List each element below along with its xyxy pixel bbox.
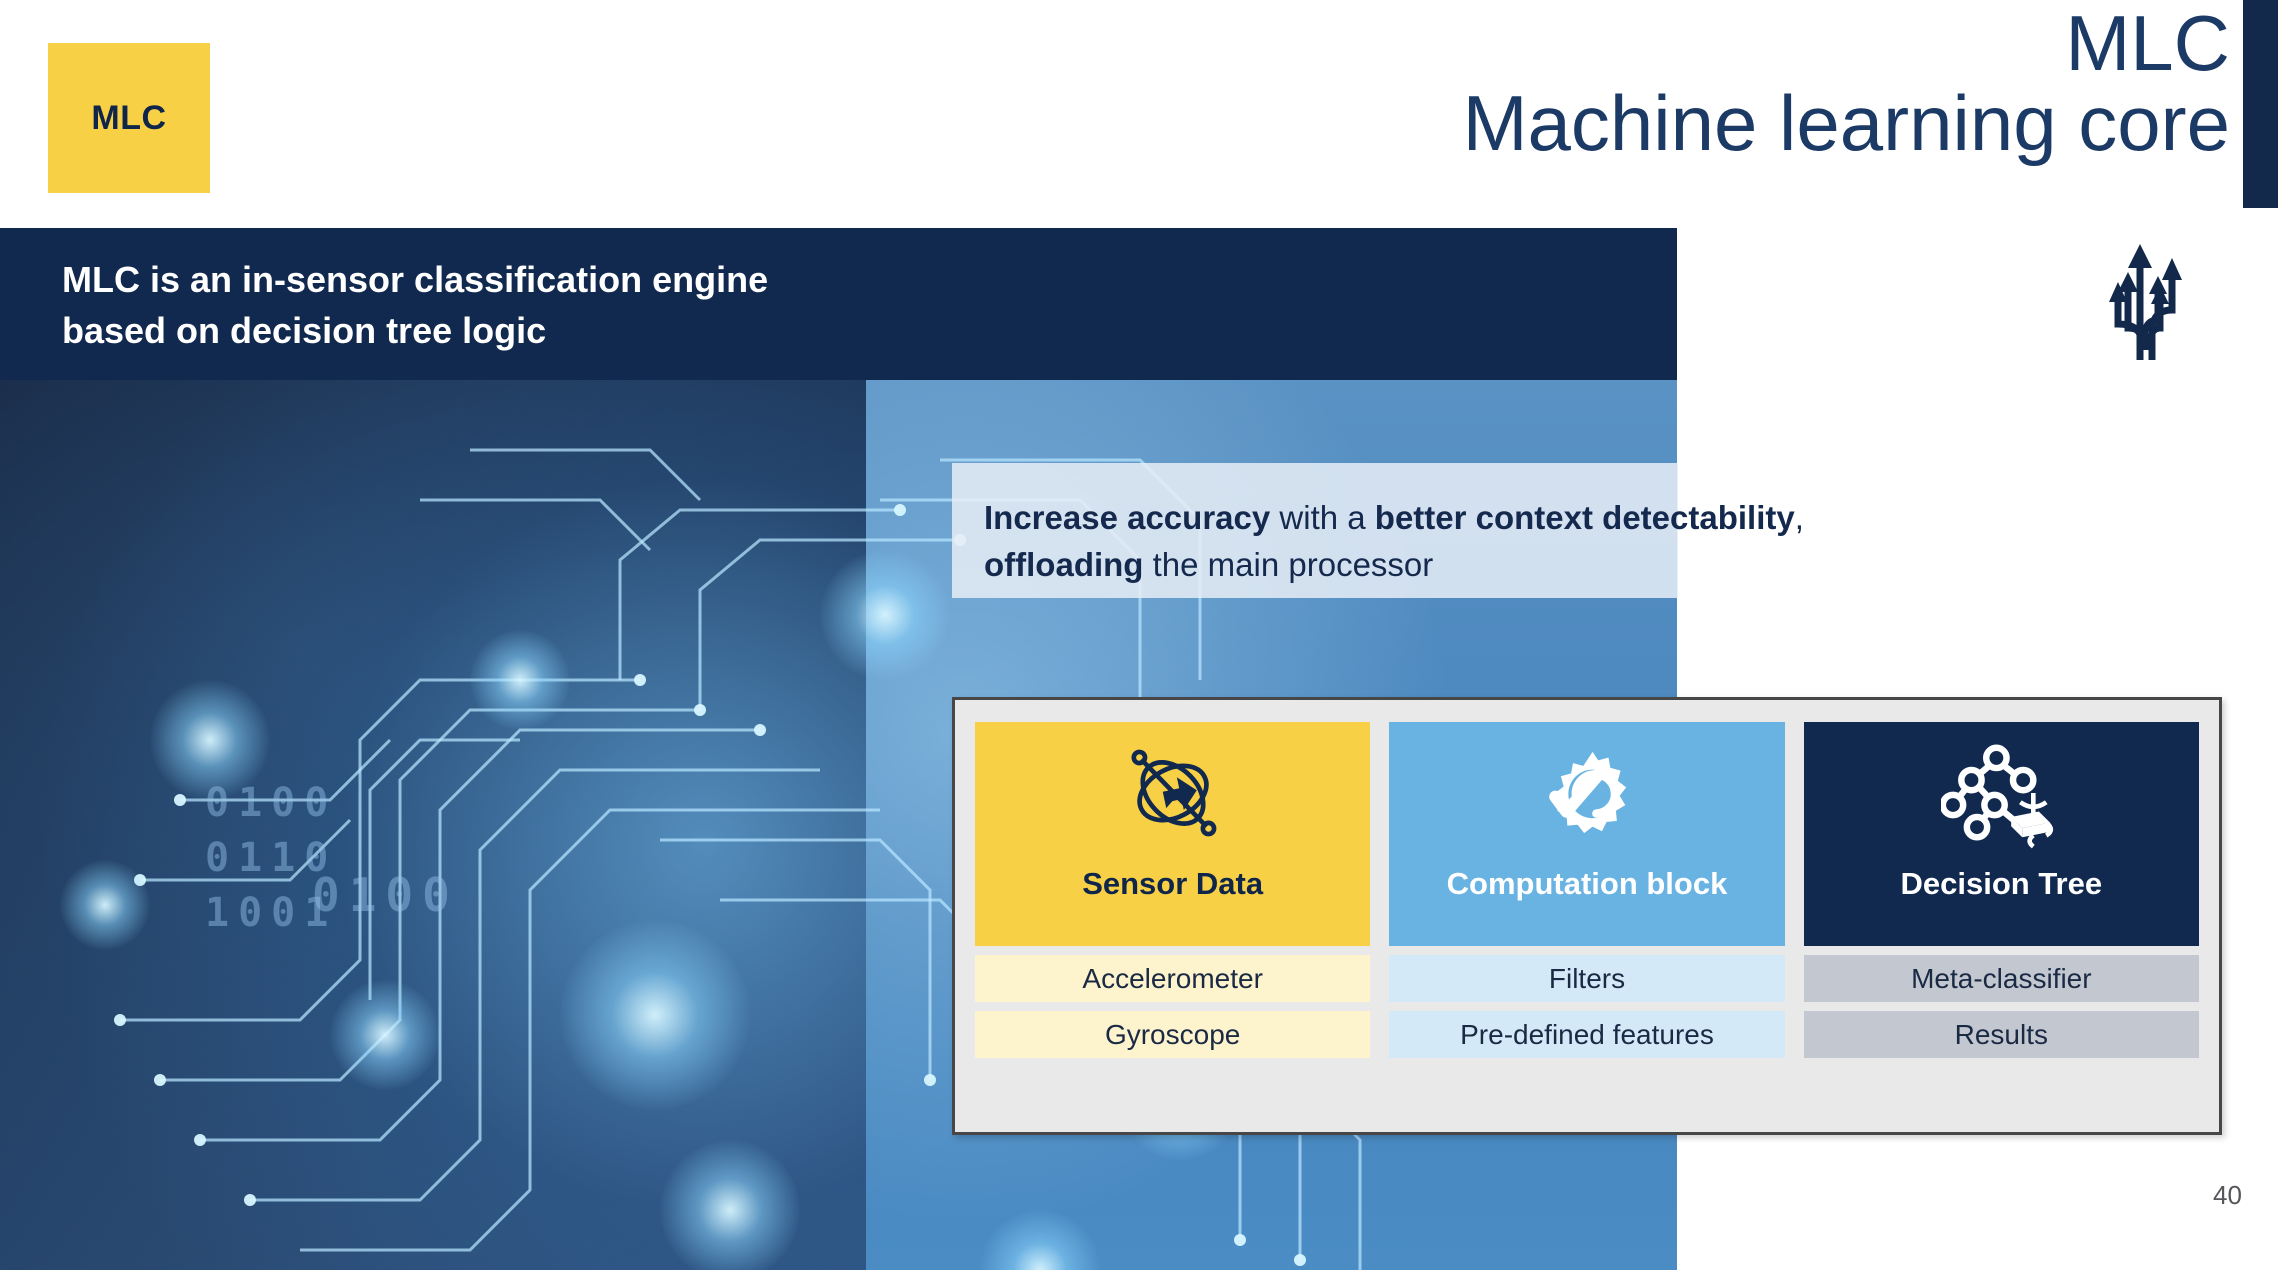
column-title-computation-block: Computation block — [1446, 866, 1728, 901]
column-title-decision-tree: Decision Tree — [1900, 866, 2103, 901]
list-item[interactable]: Meta-classifier — [1803, 955, 2199, 1002]
binary-overlay-4: 0100 — [312, 868, 459, 922]
column-title-sensor-data: Sensor Data — [1082, 866, 1264, 901]
column-header-computation-block[interactable]: Computation block — [1389, 722, 1785, 946]
list-item[interactable]: Accelerometer — [975, 955, 1371, 1002]
decision-tree-icon — [1941, 734, 2061, 852]
page-title: MLC Machine learning core — [730, 0, 2230, 167]
list-item[interactable]: Pre-defined features — [1389, 1011, 1785, 1058]
blocks-panel: Sensor Data Accelerometer Gyroscope Comp… — [952, 697, 2222, 1135]
title-line-2: Machine learning core — [1462, 78, 2230, 167]
column-header-decision-tree[interactable]: Decision Tree — [1803, 722, 2199, 946]
title-line-1: MLC — [2065, 0, 2230, 87]
column-decision-tree: Decision Tree Meta-classifier Results — [1803, 722, 2199, 1110]
mlc-chip-label: MLC — [91, 98, 167, 137]
list-item[interactable]: Gyroscope — [975, 1011, 1371, 1058]
right-accent-bar — [2243, 0, 2278, 208]
binary-overlay-1: 0100 — [205, 780, 338, 826]
column-header-sensor-data[interactable]: Sensor Data — [975, 722, 1371, 946]
list-item[interactable]: Results — [1803, 1011, 2199, 1058]
list-item[interactable]: Filters — [1389, 955, 1785, 1002]
subtitle-banner: MLC is an in-sensor classification engin… — [0, 228, 1677, 380]
subtitle-banner-text: MLC is an in-sensor classification engin… — [62, 259, 769, 352]
gear-checkmark-icon — [1531, 734, 1643, 852]
callout-text: Increase accuracy with a better context … — [984, 499, 1804, 583]
column-computation-block: Computation block Filters Pre-defined fe… — [1389, 722, 1785, 1110]
page-number: 40 — [2213, 1180, 2242, 1210]
slide: MLC MLC Machine learning core MLC is an … — [0, 0, 2278, 1270]
orbit-accelerometer-icon — [1117, 734, 1229, 852]
branching-arrows-icon — [2084, 232, 2208, 360]
mlc-chip: MLC — [48, 43, 210, 193]
column-sensor-data: Sensor Data Accelerometer Gyroscope — [975, 722, 1371, 1110]
